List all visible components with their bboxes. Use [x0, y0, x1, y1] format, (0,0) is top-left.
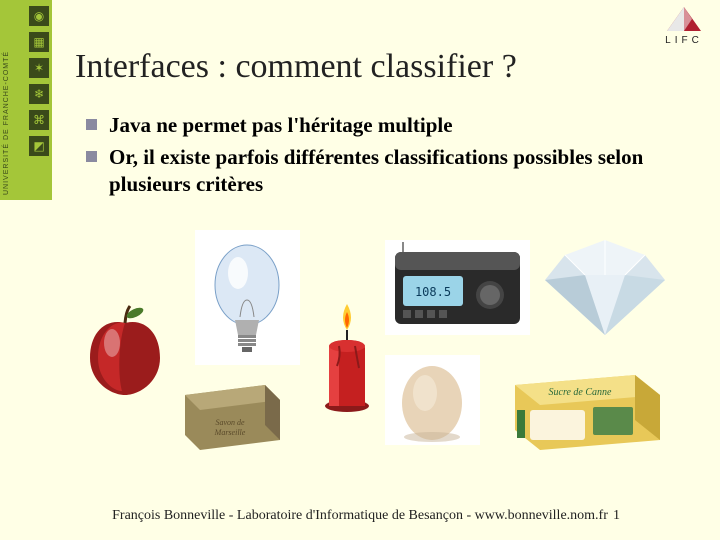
sidebar-banner: ◉ ▦ ✶ ❄ ⌘ ◩ UNIVERSITÉ DE FRANCHE-COMTÉ [0, 0, 52, 200]
page-number: 1 [613, 508, 620, 524]
svg-text:108.5: 108.5 [415, 285, 451, 299]
image-sugar: Sucre de Canne [505, 355, 665, 455]
image-radio: 108.5 [385, 240, 530, 335]
sidebar-glyph: ◉ [29, 6, 49, 26]
bullet-list: Java ne permet pas l'héritage multiple O… [86, 112, 666, 203]
logo-icon [664, 4, 704, 34]
slide-title: Interfaces : comment classifier ? [75, 48, 517, 86]
image-collage: 108.5 Savon de Marseil [75, 230, 675, 460]
university-label: UNIVERSITÉ DE FRANCHE-COMTÉ [3, 51, 10, 195]
bullet-text: Or, il existe parfois différentes classi… [109, 144, 666, 197]
image-candle [312, 295, 382, 415]
image-soap: Savon de Marseille [175, 370, 290, 455]
svg-text:Sucre de Canne: Sucre de Canne [549, 387, 613, 398]
sidebar-icon-strip: ◉ ▦ ✶ ❄ ⌘ ◩ [29, 6, 49, 156]
bullet-item: Java ne permet pas l'héritage multiple [86, 112, 666, 138]
image-egg [385, 355, 480, 445]
sidebar-glyph: ❄ [29, 84, 49, 104]
footer-text: François Bonneville - Laboratoire d'Info… [0, 508, 720, 524]
image-apple [75, 300, 175, 400]
logo-text: LIFC [658, 35, 710, 46]
sidebar-glyph: ▦ [29, 32, 49, 52]
bullet-text: Java ne permet pas l'héritage multiple [109, 112, 453, 138]
lifc-logo: LIFC [658, 4, 710, 46]
image-diamond [535, 230, 675, 340]
bullet-marker [86, 151, 97, 162]
sidebar: ◉ ▦ ✶ ❄ ⌘ ◩ UNIVERSITÉ DE FRANCHE-COMTÉ [0, 0, 52, 540]
bullet-marker [86, 119, 97, 130]
svg-text:Savon de: Savon de [215, 418, 245, 427]
sidebar-glyph: ⌘ [29, 110, 49, 130]
svg-text:Marseille: Marseille [214, 428, 246, 437]
bullet-item: Or, il existe parfois différentes classi… [86, 144, 666, 197]
sidebar-glyph: ◩ [29, 136, 49, 156]
image-lightbulb [195, 230, 300, 365]
sidebar-glyph: ✶ [29, 58, 49, 78]
